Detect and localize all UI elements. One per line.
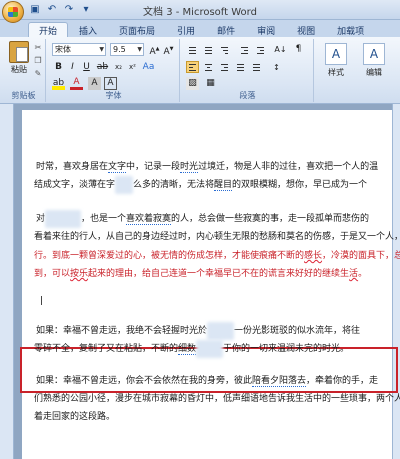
- font-group: 宋体 ▼ 9.5 ▼ A▲ A▼ B I U ab x₂ x² Aa ab A …: [48, 39, 180, 102]
- quick-styles-label: 样式: [328, 68, 344, 77]
- borders-icon[interactable]: ▦: [204, 77, 217, 90]
- clipboard-group-label: 剪贴板: [11, 91, 36, 100]
- editing-label: 编辑: [366, 68, 382, 77]
- change-case-icon[interactable]: Aa: [142, 61, 155, 74]
- show-marks-icon[interactable]: ¶: [292, 43, 305, 56]
- subscript-icon[interactable]: x₂: [112, 61, 125, 74]
- paragraph-4-line-1: 如果：幸福不曾走远，我绝不会轻握时光於______一份光影斑驳的似水流年，将往: [36, 322, 360, 340]
- paste-label: 粘贴: [11, 65, 27, 74]
- paragraph-5-line-3: 着走回家的这段路。: [34, 412, 116, 422]
- paragraph-1-line-1: 时常，喜欢身居在文字中，记录一段时光过境迁，物是人非的过往，喜欢把一个人的温: [36, 162, 379, 173]
- styles-group: A 样式 A 编辑: [316, 39, 398, 102]
- paragraph-group-label: 段落: [239, 91, 256, 100]
- tab-references[interactable]: 引用: [166, 22, 206, 37]
- align-left-icon[interactable]: [186, 61, 199, 73]
- paragraph-group: A↓ ¶ ↕ ▨ ▦ 段落: [182, 39, 314, 102]
- paragraph-3-line-2: 到，可以按乐起来的理由，给自己连道一个幸福早已不在的谎言来好好的继续生活。: [34, 269, 368, 279]
- increase-indent-icon[interactable]: [254, 44, 267, 56]
- title-bar: ▣ ↶ ↷ ▾ 文档 3 - Microsoft Word: [0, 0, 400, 23]
- find-icon: A: [363, 43, 385, 65]
- blurred-text: ______: [207, 322, 235, 340]
- office-logo-icon: [8, 7, 18, 17]
- tab-add-ins[interactable]: 加载项: [326, 22, 375, 37]
- paragraph-4-line-2: 零碎不全，复制了又在粘贴，不断的细数______于你的一切来温润未完的时光。: [34, 340, 349, 358]
- justify-icon[interactable]: [234, 61, 247, 73]
- clipboard-group: 粘贴 ✂ ❐ ✎ 剪贴板: [2, 39, 46, 102]
- quick-styles-button[interactable]: A 样式: [322, 43, 350, 78]
- grow-font-icon[interactable]: A▲: [148, 43, 161, 57]
- align-right-icon[interactable]: [218, 61, 231, 73]
- paragraph-3-line-1: 行。到底一颗曾深爱过的心，被无情的伤成怎样，才能使痕痛不断的感长，冷漠的面具下，…: [34, 251, 400, 261]
- clipboard-icon: [9, 41, 29, 63]
- chevron-down-icon: ▼: [99, 46, 104, 53]
- chevron-down-icon: ▼: [137, 46, 142, 53]
- numbering-icon[interactable]: [202, 44, 215, 56]
- font-size-value: 9.5: [113, 45, 126, 54]
- character-shading-icon[interactable]: A: [88, 77, 101, 90]
- text-cursor: |: [40, 296, 44, 306]
- styles-icon: A: [325, 43, 347, 65]
- line-spacing-icon[interactable]: ↕: [270, 61, 283, 74]
- tab-view[interactable]: 视图: [286, 22, 326, 37]
- document-page[interactable]: 时常，喜欢身居在文字中，记录一段时光过境迁，物是人非的过往，喜欢把一个人的温 结…: [20, 110, 400, 459]
- paste-button[interactable]: 粘贴: [6, 41, 32, 75]
- shading-icon[interactable]: ▨: [186, 77, 199, 90]
- tab-insert[interactable]: 插入: [68, 22, 108, 37]
- character-border-icon[interactable]: A: [104, 77, 117, 90]
- font-color-icon[interactable]: A: [70, 77, 83, 90]
- paragraph-5-line-2: 们熟悉的公园小径，漫步在城市寂幕的昏灯中，低声细语地告诉我生活中的一些琐事，两个…: [34, 394, 400, 404]
- font-name-value: 宋体: [55, 45, 71, 54]
- ribbon: 粘贴 ✂ ❐ ✎ 剪贴板 宋体 ▼ 9.5 ▼ A▲ A▼ B I U ab x…: [0, 37, 400, 104]
- decrease-indent-icon[interactable]: [238, 44, 251, 56]
- distributed-icon[interactable]: [250, 61, 263, 73]
- blurred-text: ____: [115, 176, 134, 194]
- paragraph-1-line-2: 结成文字，淡薄在字____么多的清晰，无法将醒目的双眼模糊，想你，早已成为一个: [34, 176, 367, 194]
- multilevel-list-icon[interactable]: [218, 44, 231, 56]
- highlight-icon[interactable]: ab: [52, 77, 65, 90]
- editing-button[interactable]: A 编辑: [360, 43, 388, 78]
- superscript-icon[interactable]: x²: [126, 61, 139, 74]
- font-group-label: 字体: [105, 91, 122, 100]
- italic-icon[interactable]: I: [66, 61, 79, 74]
- tab-mailings[interactable]: 邮件: [206, 22, 246, 37]
- tab-page-layout[interactable]: 页面布局: [108, 22, 166, 37]
- office-button[interactable]: [2, 1, 24, 23]
- underline-icon[interactable]: U: [80, 61, 93, 74]
- vertical-ruler: [0, 104, 14, 459]
- font-name-combo[interactable]: 宋体 ▼: [52, 43, 106, 56]
- format-painter-icon[interactable]: ✎: [32, 69, 44, 79]
- strikethrough-icon[interactable]: ab: [96, 61, 109, 74]
- bold-icon[interactable]: B: [52, 61, 65, 74]
- paragraph-5-line-1: 如果：幸福不曾走远，你会不会依然在我的身旁，彼此陪看夕阳落去，牵着你的手，走: [36, 376, 379, 387]
- window-title: 文档 3 - Microsoft Word: [143, 7, 257, 18]
- font-size-combo[interactable]: 9.5 ▼: [110, 43, 144, 56]
- cut-icon[interactable]: ✂: [32, 43, 44, 53]
- shrink-font-icon[interactable]: A▼: [162, 43, 175, 57]
- blurred-text: ______: [196, 340, 224, 358]
- bullets-icon[interactable]: [186, 44, 199, 56]
- tab-home[interactable]: 开始: [28, 22, 69, 37]
- align-center-icon[interactable]: [202, 61, 215, 73]
- copy-icon[interactable]: ❐: [32, 56, 44, 66]
- ribbon-tab-bar: 开始 插入 页面布局 引用 邮件 审阅 视图 加载项: [0, 20, 400, 37]
- blurred-text: ________: [45, 210, 82, 228]
- tab-review[interactable]: 审阅: [246, 22, 286, 37]
- sort-icon[interactable]: A↓: [274, 43, 287, 56]
- paragraph-2-line-1: 对________，也是一个喜欢着寂寞的人，总会做一些寂寞的事，走一段孤单而悲伤…: [36, 210, 369, 228]
- paragraph-2-line-2: 看着来往的行人，从自己的身边经过时，内心顿生无限的愁肠和莫名的伤感，于是又一个人…: [34, 232, 400, 242]
